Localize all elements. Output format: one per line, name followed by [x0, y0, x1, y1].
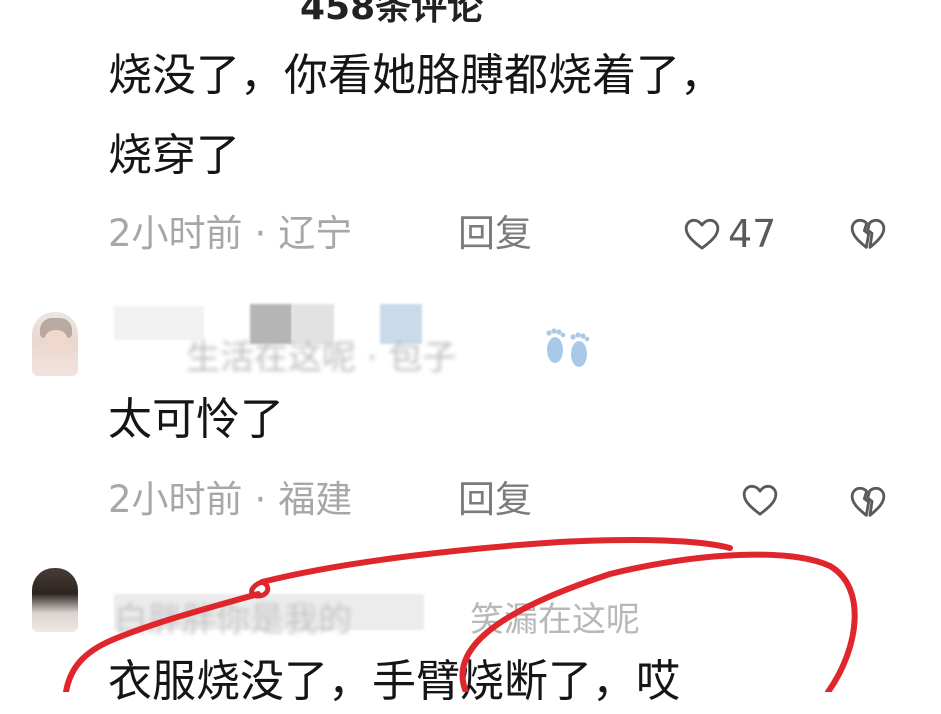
comment-1-like-count: 47 [728, 212, 777, 256]
heart-outline-icon [742, 484, 778, 516]
comment-2-dislike-button[interactable] [848, 482, 888, 526]
comment-2-avatar[interactable] [32, 312, 78, 376]
comment-1-reply-button[interactable]: 回复 [458, 212, 532, 256]
comment-3-username-tail: 笑漏在这呢 [470, 600, 640, 640]
comment-1-time: 2小时前 [108, 212, 243, 255]
comment-1-like-button[interactable]: 47 [682, 212, 776, 256]
broken-heart-icon [850, 218, 886, 249]
comment-3-text: 衣服烧没了，手臂烧断了，哎 [108, 656, 680, 707]
comment-3-username[interactable]: 白胖胖你是我的 [114, 592, 352, 641]
comment-2-text: 太可怜了 [108, 394, 284, 445]
comment-1-text-line-2: 烧穿了 [108, 130, 240, 181]
comment-count-header: 458条评论 [300, 0, 484, 28]
meta-separator: · [254, 478, 267, 521]
comment-2-like-button[interactable] [740, 480, 780, 524]
comment-2-username[interactable]: 生活在这呢 · 包子 [186, 330, 456, 379]
comment-1-text-line-1: 烧没了，你看她胳膊都烧着了， [108, 50, 724, 101]
comment-2-reply-button[interactable]: 回复 [458, 478, 532, 522]
comment-1-location: 辽宁 [278, 212, 353, 255]
comment-1-meta: 2小时前 · 辽宁 [108, 212, 352, 256]
comment-1-dislike-button[interactable] [848, 214, 888, 258]
baby-feet-icon [540, 320, 596, 380]
comment-screen: { "header": { "comment_count": "458条评论" … [0, 0, 941, 707]
comment-2-location: 福建 [278, 478, 353, 521]
broken-heart-icon [850, 486, 886, 517]
comment-2-time: 2小时前 [108, 478, 243, 521]
meta-separator: · [254, 212, 267, 255]
comment-2-meta: 2小时前 · 福建 [108, 478, 352, 522]
heart-outline-icon [684, 218, 720, 250]
comment-3-avatar[interactable] [32, 568, 78, 632]
